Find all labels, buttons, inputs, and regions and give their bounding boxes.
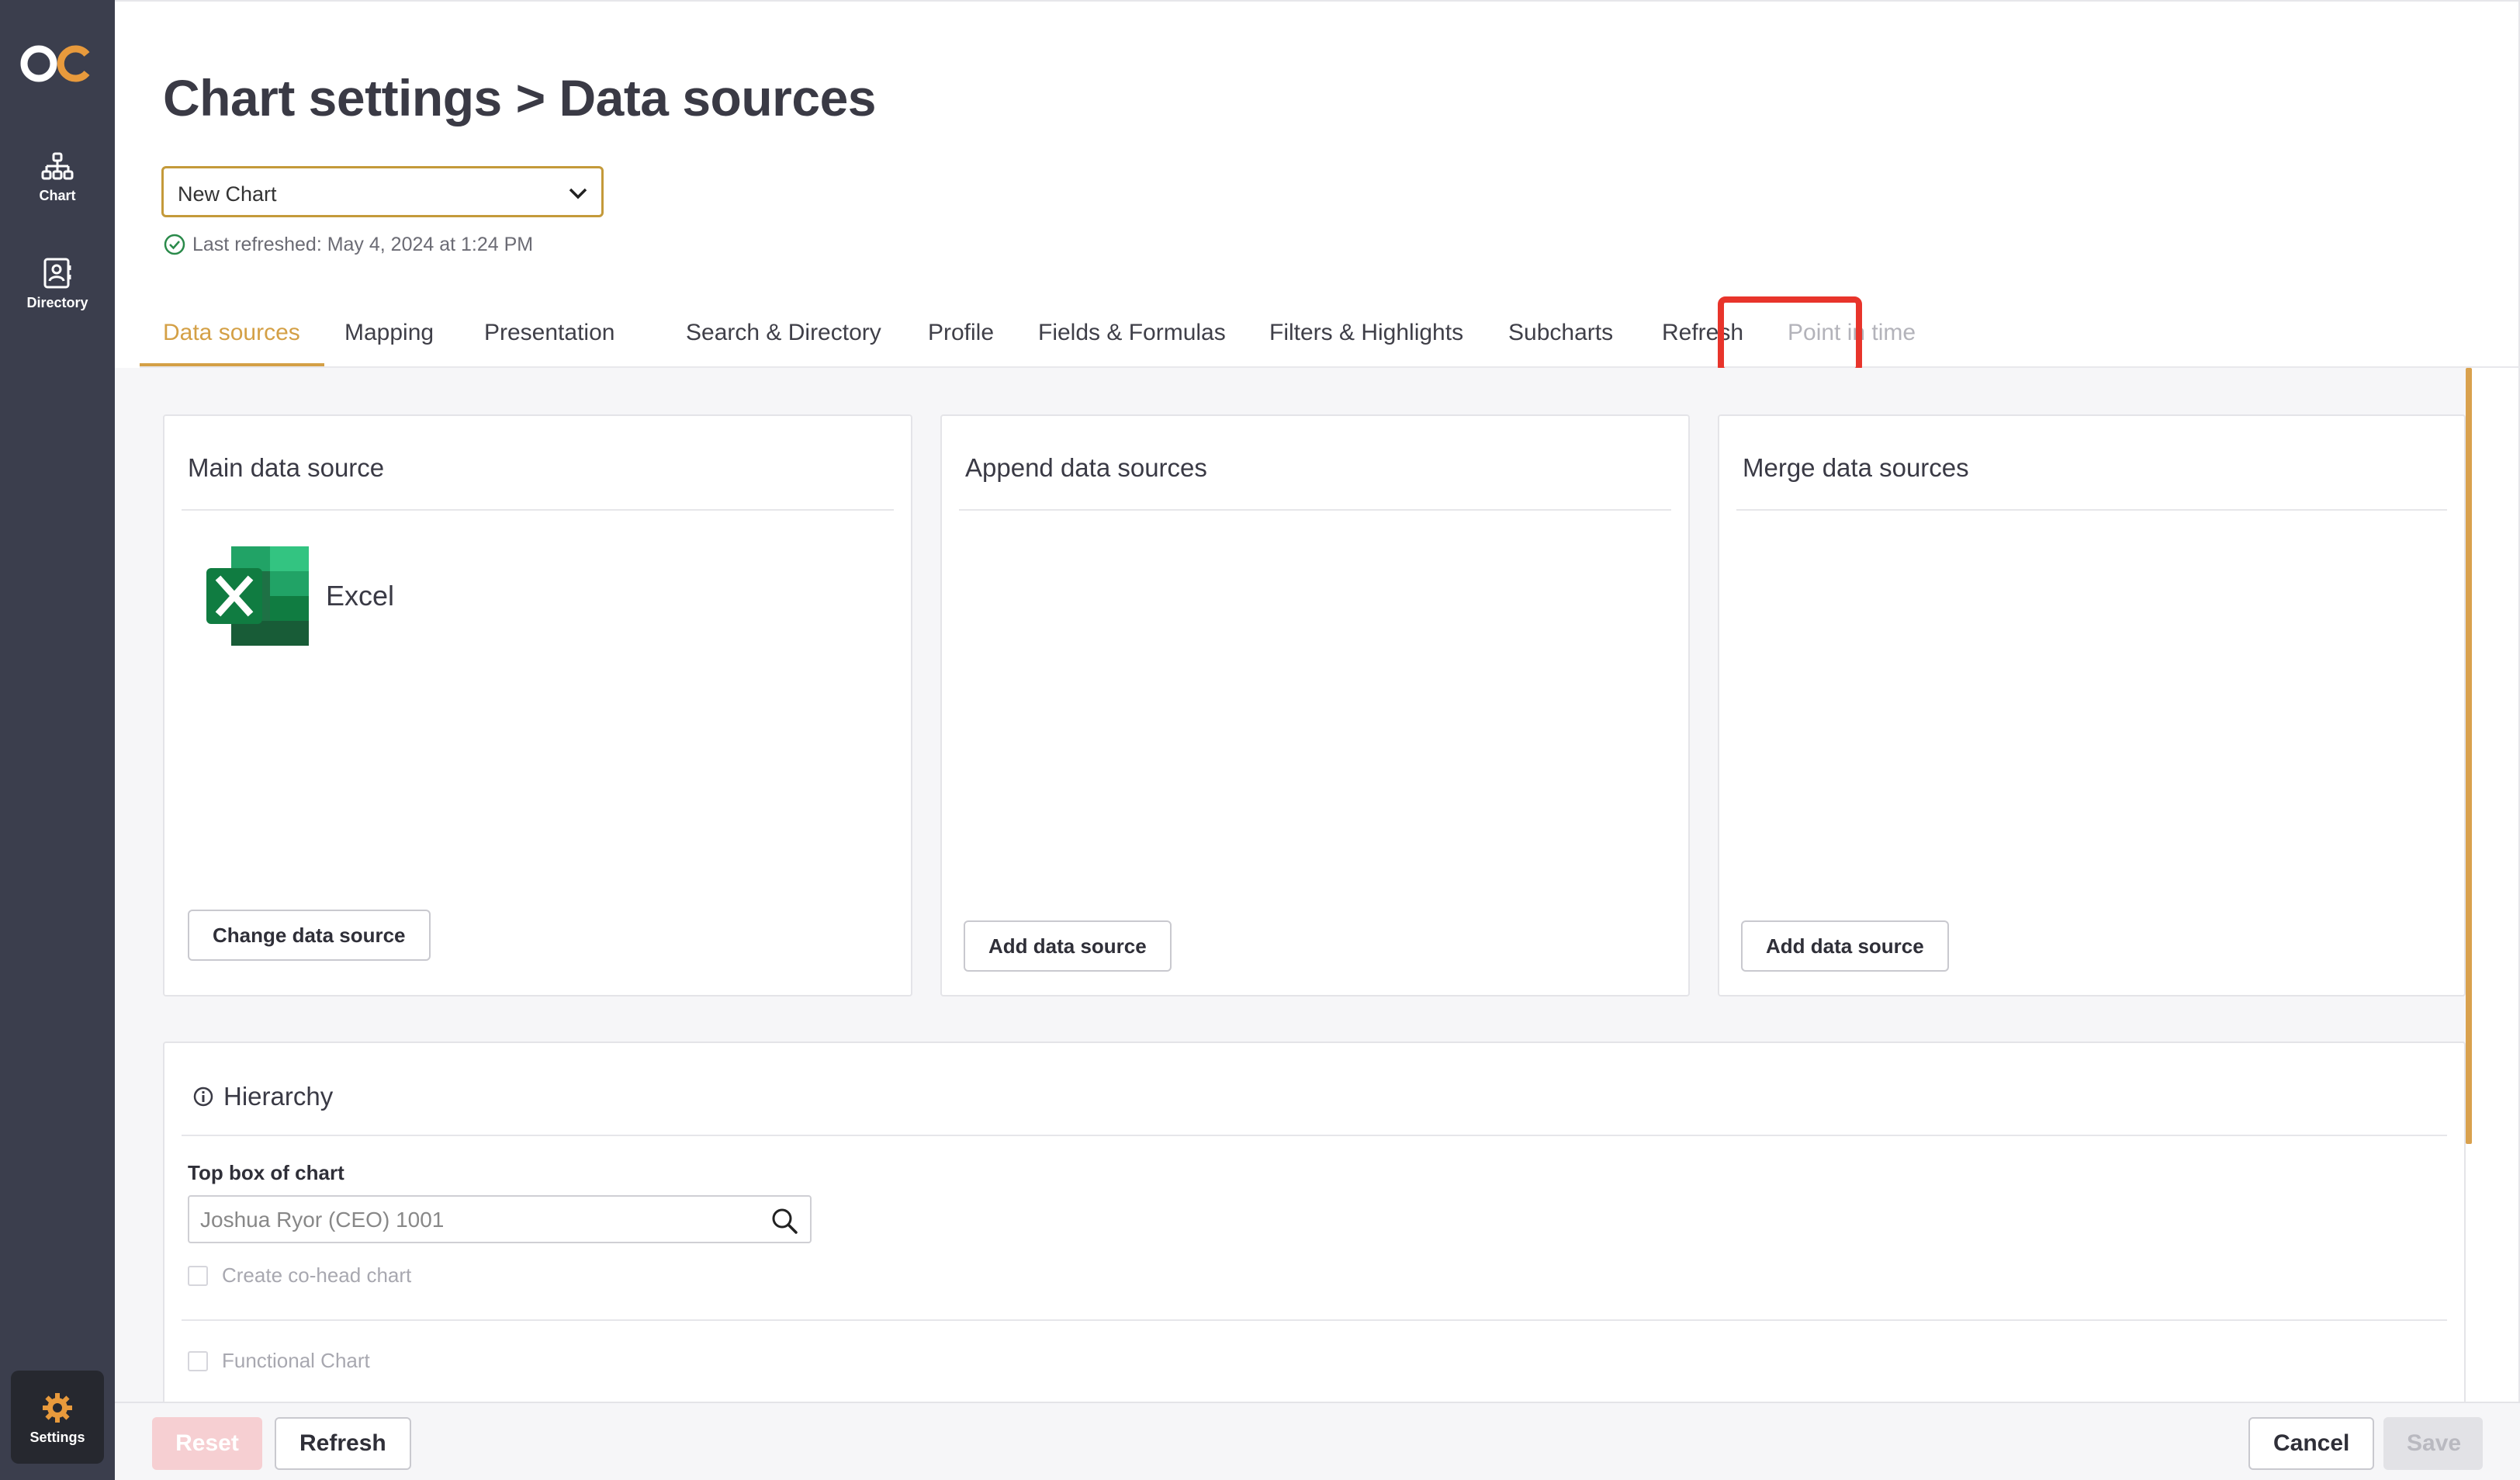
tab-search-directory[interactable]: Search & Directory [686,320,881,346]
top-box-label: Top box of chart [188,1161,344,1184]
app-logo[interactable] [20,34,95,93]
cancel-button[interactable]: Cancel [2248,1417,2375,1470]
gear-icon [43,1393,72,1423]
content-area: Main data source Excel Change data sourc… [115,368,2466,1402]
data-source-item: Excel [206,543,394,649]
reset-button[interactable]: Reset [152,1417,262,1470]
co-head-label: Create co-head chart [222,1263,412,1287]
append-data-sources-panel: Append data sources Add data source [940,414,1690,996]
nav-settings-label: Settings [29,1430,85,1445]
tab-mapping[interactable]: Mapping [344,320,434,346]
last-refreshed: Last refreshed: May 4, 2024 at 1:24 PM [163,233,533,256]
data-source-name: Excel [326,580,395,612]
main-area: Chart settings > Data sources New Chart … [115,0,2520,1480]
tab-fields-formulas[interactable]: Fields & Formulas [1038,320,1226,346]
nav-chart-label: Chart [39,188,76,203]
footer-bar: Reset Refresh Cancel Save [115,1402,2520,1480]
page-title: Chart settings > Data sources [163,69,876,127]
merge-data-sources-panel: Merge data sources Add data source [1718,414,2466,996]
tab-profile[interactable]: Profile [928,320,994,346]
save-button[interactable]: Save [2383,1417,2483,1470]
panel-title: Main data source [188,453,385,482]
excel-icon [206,546,309,646]
functional-chart-checkbox[interactable] [188,1350,208,1371]
chevron-down-icon [569,188,587,199]
hierarchy-title: Hierarchy [192,1082,333,1111]
refresh-button[interactable]: Refresh [275,1417,411,1470]
info-icon[interactable] [192,1086,214,1107]
chart-select-value: New Chart [178,182,277,206]
chart-select[interactable]: New Chart [161,166,604,217]
org-chart-icon [41,152,74,180]
change-data-source-button[interactable]: Change data source [188,910,431,961]
nav-chart[interactable]: Chart [0,152,115,204]
co-head-chart-option[interactable]: Create co-head chart [188,1263,411,1288]
main-data-source-panel: Main data source Excel Change data sourc… [163,414,912,996]
top-box-search-field[interactable] [188,1195,812,1243]
nav-directory-label: Directory [26,295,88,310]
functional-chart-option[interactable]: Functional Chart [188,1349,370,1373]
hierarchy-title-text: Hierarchy [223,1082,334,1111]
divider [1736,509,2447,511]
tab-presentation[interactable]: Presentation [484,320,614,346]
check-circle-icon [164,234,185,255]
settings-tabs: Data sources Mapping Presentation Search… [140,296,2520,368]
scrollbar[interactable] [2466,368,2472,1144]
tab-subcharts[interactable]: Subcharts [1508,320,1613,346]
sidebar: Chart Directory Settings [0,0,115,1480]
co-head-checkbox[interactable] [188,1265,208,1286]
contact-book-icon [43,258,71,289]
divider [182,509,894,511]
tab-filters-highlights[interactable]: Filters & Highlights [1269,320,1463,346]
panel-title: Merge data sources [1743,453,1969,482]
divider [959,509,1671,511]
last-refreshed-text: Last refreshed: May 4, 2024 at 1:24 PM [192,233,534,255]
tab-data-sources[interactable]: Data sources [163,320,300,346]
hierarchy-section: Hierarchy Top box of chart Create co-hea… [163,1042,2466,1402]
functional-chart-label: Functional Chart [222,1349,370,1372]
add-merge-source-button[interactable]: Add data source [1741,920,1949,972]
divider [182,1135,2447,1136]
search-icon[interactable] [770,1206,799,1236]
divider [182,1319,2447,1321]
add-append-source-button[interactable]: Add data source [964,920,1172,972]
nav-settings[interactable]: Settings [11,1371,104,1464]
nav-directory[interactable]: Directory [0,256,115,311]
top-box-input[interactable] [200,1206,743,1234]
refresh-tab-highlight [1718,296,1862,374]
panel-title: Append data sources [965,453,1207,482]
